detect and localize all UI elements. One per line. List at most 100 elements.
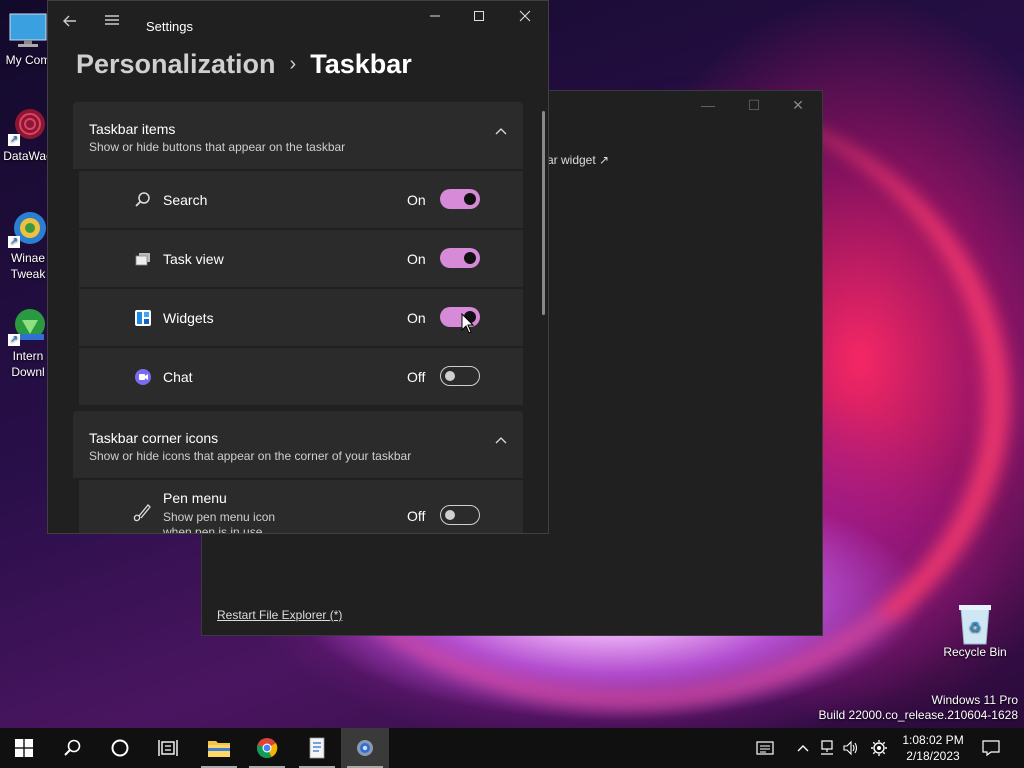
window-title: Settings (146, 19, 193, 34)
navigation-menu-button[interactable] (104, 12, 120, 33)
watermark-edition: Windows 11 Pro (931, 693, 1018, 707)
toggle-state-text: On (407, 251, 426, 267)
setting-row-search: Search On (79, 171, 523, 228)
toggle-knob (464, 252, 476, 264)
setting-label: Chat (163, 369, 193, 385)
hamburger-icon (105, 15, 119, 25)
taskbar[interactable]: 1:08:02 PM 2/18/2023 (0, 728, 1024, 768)
toggle-state-text: On (407, 310, 426, 326)
shortcut-arrow-icon: ↗ (8, 334, 20, 346)
setting-description-line1: Show pen menu icon (163, 510, 276, 524)
document-app-icon (309, 737, 325, 759)
cortana-icon (111, 739, 129, 757)
svg-text:♻: ♻ (969, 619, 982, 635)
toggle-state-text: On (407, 192, 426, 208)
setting-row-pen-menu: Pen menu Show pen menu icon when pen is … (79, 480, 523, 534)
gear-icon[interactable] (870, 739, 888, 757)
settings-window[interactable]: Settings Personalization › Taskbar Taskbar… (47, 0, 549, 534)
start-button[interactable] (0, 728, 48, 768)
task-view-toggle[interactable] (440, 248, 480, 268)
toggle-knob (445, 510, 455, 520)
settings-gear-icon (357, 740, 373, 756)
watermark-build: Build 22000.co_release.210604-1628 (818, 708, 1019, 722)
toggle-state-text: Off (407, 369, 426, 385)
winaero-widget-link[interactable]: ar widget ↗ (547, 153, 609, 167)
network-icon[interactable] (818, 739, 836, 757)
folder-icon (208, 741, 230, 757)
chat-icon (135, 369, 151, 385)
minimize-icon (430, 15, 440, 17)
task-view-button[interactable] (144, 728, 192, 768)
setting-row-task-view: Task view On (79, 230, 523, 287)
section-taskbar-corner-icons-header[interactable]: Taskbar corner icons Show or hide icons … (73, 411, 523, 478)
shortcut-arrow-icon: ↗ (8, 236, 20, 248)
setting-label: Pen menu (163, 490, 227, 506)
windows-build-watermark: Windows 11 Pro Build 22000.co_release.21… (819, 693, 1019, 723)
search-toggle[interactable] (440, 189, 480, 209)
search-icon (135, 192, 150, 207)
section-subtitle: Show or hide buttons that appear on the … (89, 140, 346, 154)
toggle-knob (464, 193, 476, 205)
winaero-maximize-button[interactable]: ☐ (734, 97, 774, 114)
taskbar-search-button[interactable] (48, 728, 96, 768)
news-interests-icon[interactable] (756, 739, 774, 757)
winaero-close-button[interactable]: ✕ (778, 97, 818, 114)
notification-center-icon[interactable] (982, 739, 1000, 757)
widgets-icon (135, 310, 151, 326)
breadcrumb-taskbar: Taskbar (310, 49, 412, 79)
section-title: Taskbar items (89, 121, 176, 137)
desktop-icon-label: Recycle Bin (943, 645, 1007, 659)
chrome-icon (257, 738, 278, 759)
chevron-up-icon[interactable] (495, 435, 507, 447)
title-bar[interactable]: Settings (48, 1, 548, 41)
winaero-tweaker-taskbar-button[interactable] (293, 728, 341, 768)
setting-label: Task view (163, 251, 224, 267)
breadcrumb-separator: › (289, 53, 297, 75)
chrome-button[interactable] (243, 728, 291, 768)
chat-toggle[interactable] (440, 366, 480, 386)
breadcrumb: Personalization › Taskbar (76, 49, 412, 85)
breadcrumb-personalization[interactable]: Personalization (76, 49, 276, 79)
back-button[interactable] (62, 13, 78, 34)
windows-logo-icon (15, 739, 33, 757)
maximize-button[interactable] (464, 9, 494, 29)
mouse-cursor-icon (461, 313, 475, 334)
minimize-button[interactable] (420, 9, 450, 29)
volume-icon[interactable] (842, 739, 860, 757)
pen-menu-toggle[interactable] (440, 505, 480, 525)
section-taskbar-items-header[interactable]: Taskbar items Show or hide buttons that … (73, 102, 523, 169)
search-icon (64, 739, 81, 756)
pen-icon (133, 504, 151, 522)
scrollbar-thumb[interactable] (542, 111, 545, 315)
cortana-button[interactable] (96, 728, 144, 768)
settings-taskbar-button[interactable] (341, 728, 389, 768)
chevron-up-icon[interactable] (794, 739, 812, 757)
monitor-icon (8, 10, 48, 50)
setting-row-chat: Chat Off (79, 348, 523, 405)
recycle-bin-icon: ♻ (955, 602, 995, 645)
winaero-icon: ↗ (8, 208, 48, 248)
chevron-up-icon[interactable] (495, 126, 507, 138)
section-title: Taskbar corner icons (89, 430, 219, 446)
clock-time: 1:08:02 PM (902, 733, 964, 747)
toggle-state-text: Off (407, 508, 426, 524)
task-view-icon (158, 740, 178, 756)
settings-content[interactable]: Taskbar items Show or hide buttons that … (73, 102, 523, 534)
restart-file-explorer-link[interactable]: Restart File Explorer (*) (217, 608, 342, 622)
maximize-icon (474, 11, 484, 21)
clock[interactable]: 1:08:02 PM 2/18/2023 (898, 732, 968, 764)
task-view-icon (135, 253, 150, 266)
setting-description-line2: when pen is in use (163, 525, 263, 534)
close-button[interactable] (510, 9, 540, 29)
clock-date: 2/18/2023 (906, 749, 960, 763)
close-icon (519, 10, 531, 22)
desktop-icon-recycle-bin[interactable]: ♻ Recycle Bin (938, 602, 1012, 660)
setting-row-widgets: Widgets On (79, 289, 523, 346)
file-explorer-button[interactable] (195, 728, 243, 768)
datawagon-icon: ↗ (8, 106, 48, 146)
shortcut-arrow-icon: ↗ (8, 134, 20, 146)
arrow-left-icon (63, 15, 76, 27)
setting-description: Show pen menu icon when pen is in use (163, 510, 276, 534)
winaero-minimize-button[interactable]: — (688, 97, 728, 113)
setting-label: Widgets (163, 310, 214, 326)
